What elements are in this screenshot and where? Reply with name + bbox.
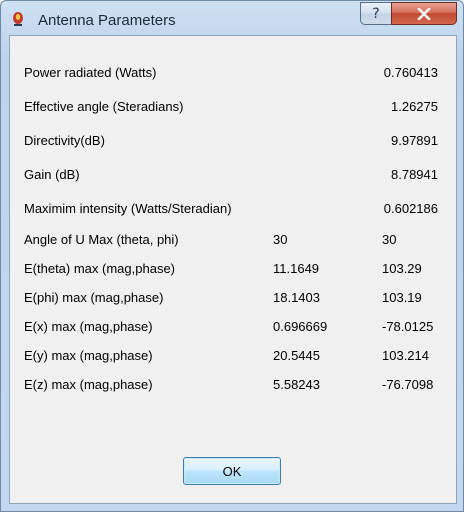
app-icon	[10, 11, 26, 27]
pair-value-2: -78.0125	[382, 319, 434, 334]
pair-value-1: 0.696669	[273, 319, 328, 334]
pair-value-1: 11.1649	[273, 261, 320, 276]
help-icon: ?	[372, 5, 380, 22]
pair-row-ez: E(z) max (mag,phase) 5.58243 -76.7098	[10, 375, 456, 395]
param-value: 1.26275	[391, 99, 438, 114]
dialog-window: Antenna Parameters ? Power radiated (Wat…	[0, 0, 464, 512]
title-bar[interactable]: Antenna Parameters ?	[1, 1, 463, 35]
pair-label: E(theta) max (mag,phase)	[24, 261, 176, 276]
param-row-gain: Gain (dB) 8.78941	[10, 165, 456, 185]
pair-value-2: 103.29	[382, 261, 422, 276]
window-title: Antenna Parameters	[38, 12, 176, 29]
param-label: Maximim intensity (Watts/Steradian)	[24, 201, 232, 216]
pair-value-2: 103.19	[382, 290, 422, 305]
param-value: 8.78941	[391, 167, 438, 182]
pair-label: E(x) max (mag,phase)	[24, 319, 153, 334]
param-row-power: Power radiated (Watts) 0.760413	[10, 63, 456, 83]
pair-value-2: 30	[382, 232, 397, 247]
pair-value-1: 30	[273, 232, 288, 247]
param-label: Power radiated (Watts)	[24, 65, 157, 80]
pair-row-ex: E(x) max (mag,phase) 0.696669 -78.0125	[10, 317, 456, 337]
param-value: 0.602186	[383, 201, 438, 216]
pair-row-etheta: E(theta) max (mag,phase) 11.1649 103.29	[10, 259, 456, 279]
param-label: Gain (dB)	[24, 167, 80, 182]
param-row-max-intensity: Maximim intensity (Watts/Steradian) 0.60…	[10, 199, 456, 219]
help-button[interactable]: ?	[360, 2, 392, 25]
pair-label: E(y) max (mag,phase)	[24, 348, 153, 363]
pair-row-ephi: E(phi) max (mag,phase) 18.1403 103.19	[10, 288, 456, 308]
pair-value-1: 5.58243	[273, 377, 320, 392]
pair-value-1: 20.5445	[273, 348, 320, 363]
ok-button[interactable]: OK	[183, 457, 281, 485]
pair-value-1: 18.1403	[273, 290, 320, 305]
close-button[interactable]	[391, 2, 457, 25]
pair-value-2: -76.7098	[382, 377, 434, 392]
param-value: 0.760413	[383, 65, 438, 80]
param-value: 9.97891	[391, 133, 438, 148]
param-row-effective-angle: Effective angle (Steradians) 1.26275	[10, 97, 456, 117]
pair-label: Angle of U Max (theta, phi)	[24, 232, 179, 247]
param-label: Directivity(dB)	[24, 133, 105, 148]
pair-row-angle-u-max: Angle of U Max (theta, phi) 30 30	[10, 230, 456, 250]
pair-label: E(z) max (mag,phase)	[24, 377, 153, 392]
pair-row-ey: E(y) max (mag,phase) 20.5445 103.214	[10, 346, 456, 366]
pair-value-2: 103.214	[382, 348, 429, 363]
param-label: Effective angle (Steradians)	[24, 99, 184, 114]
dialog-content: Power radiated (Watts) 0.760413 Effectiv…	[9, 35, 457, 504]
param-row-directivity: Directivity(dB) 9.97891	[10, 131, 456, 151]
pair-label: E(phi) max (mag,phase)	[24, 290, 164, 305]
close-icon	[417, 7, 431, 20]
